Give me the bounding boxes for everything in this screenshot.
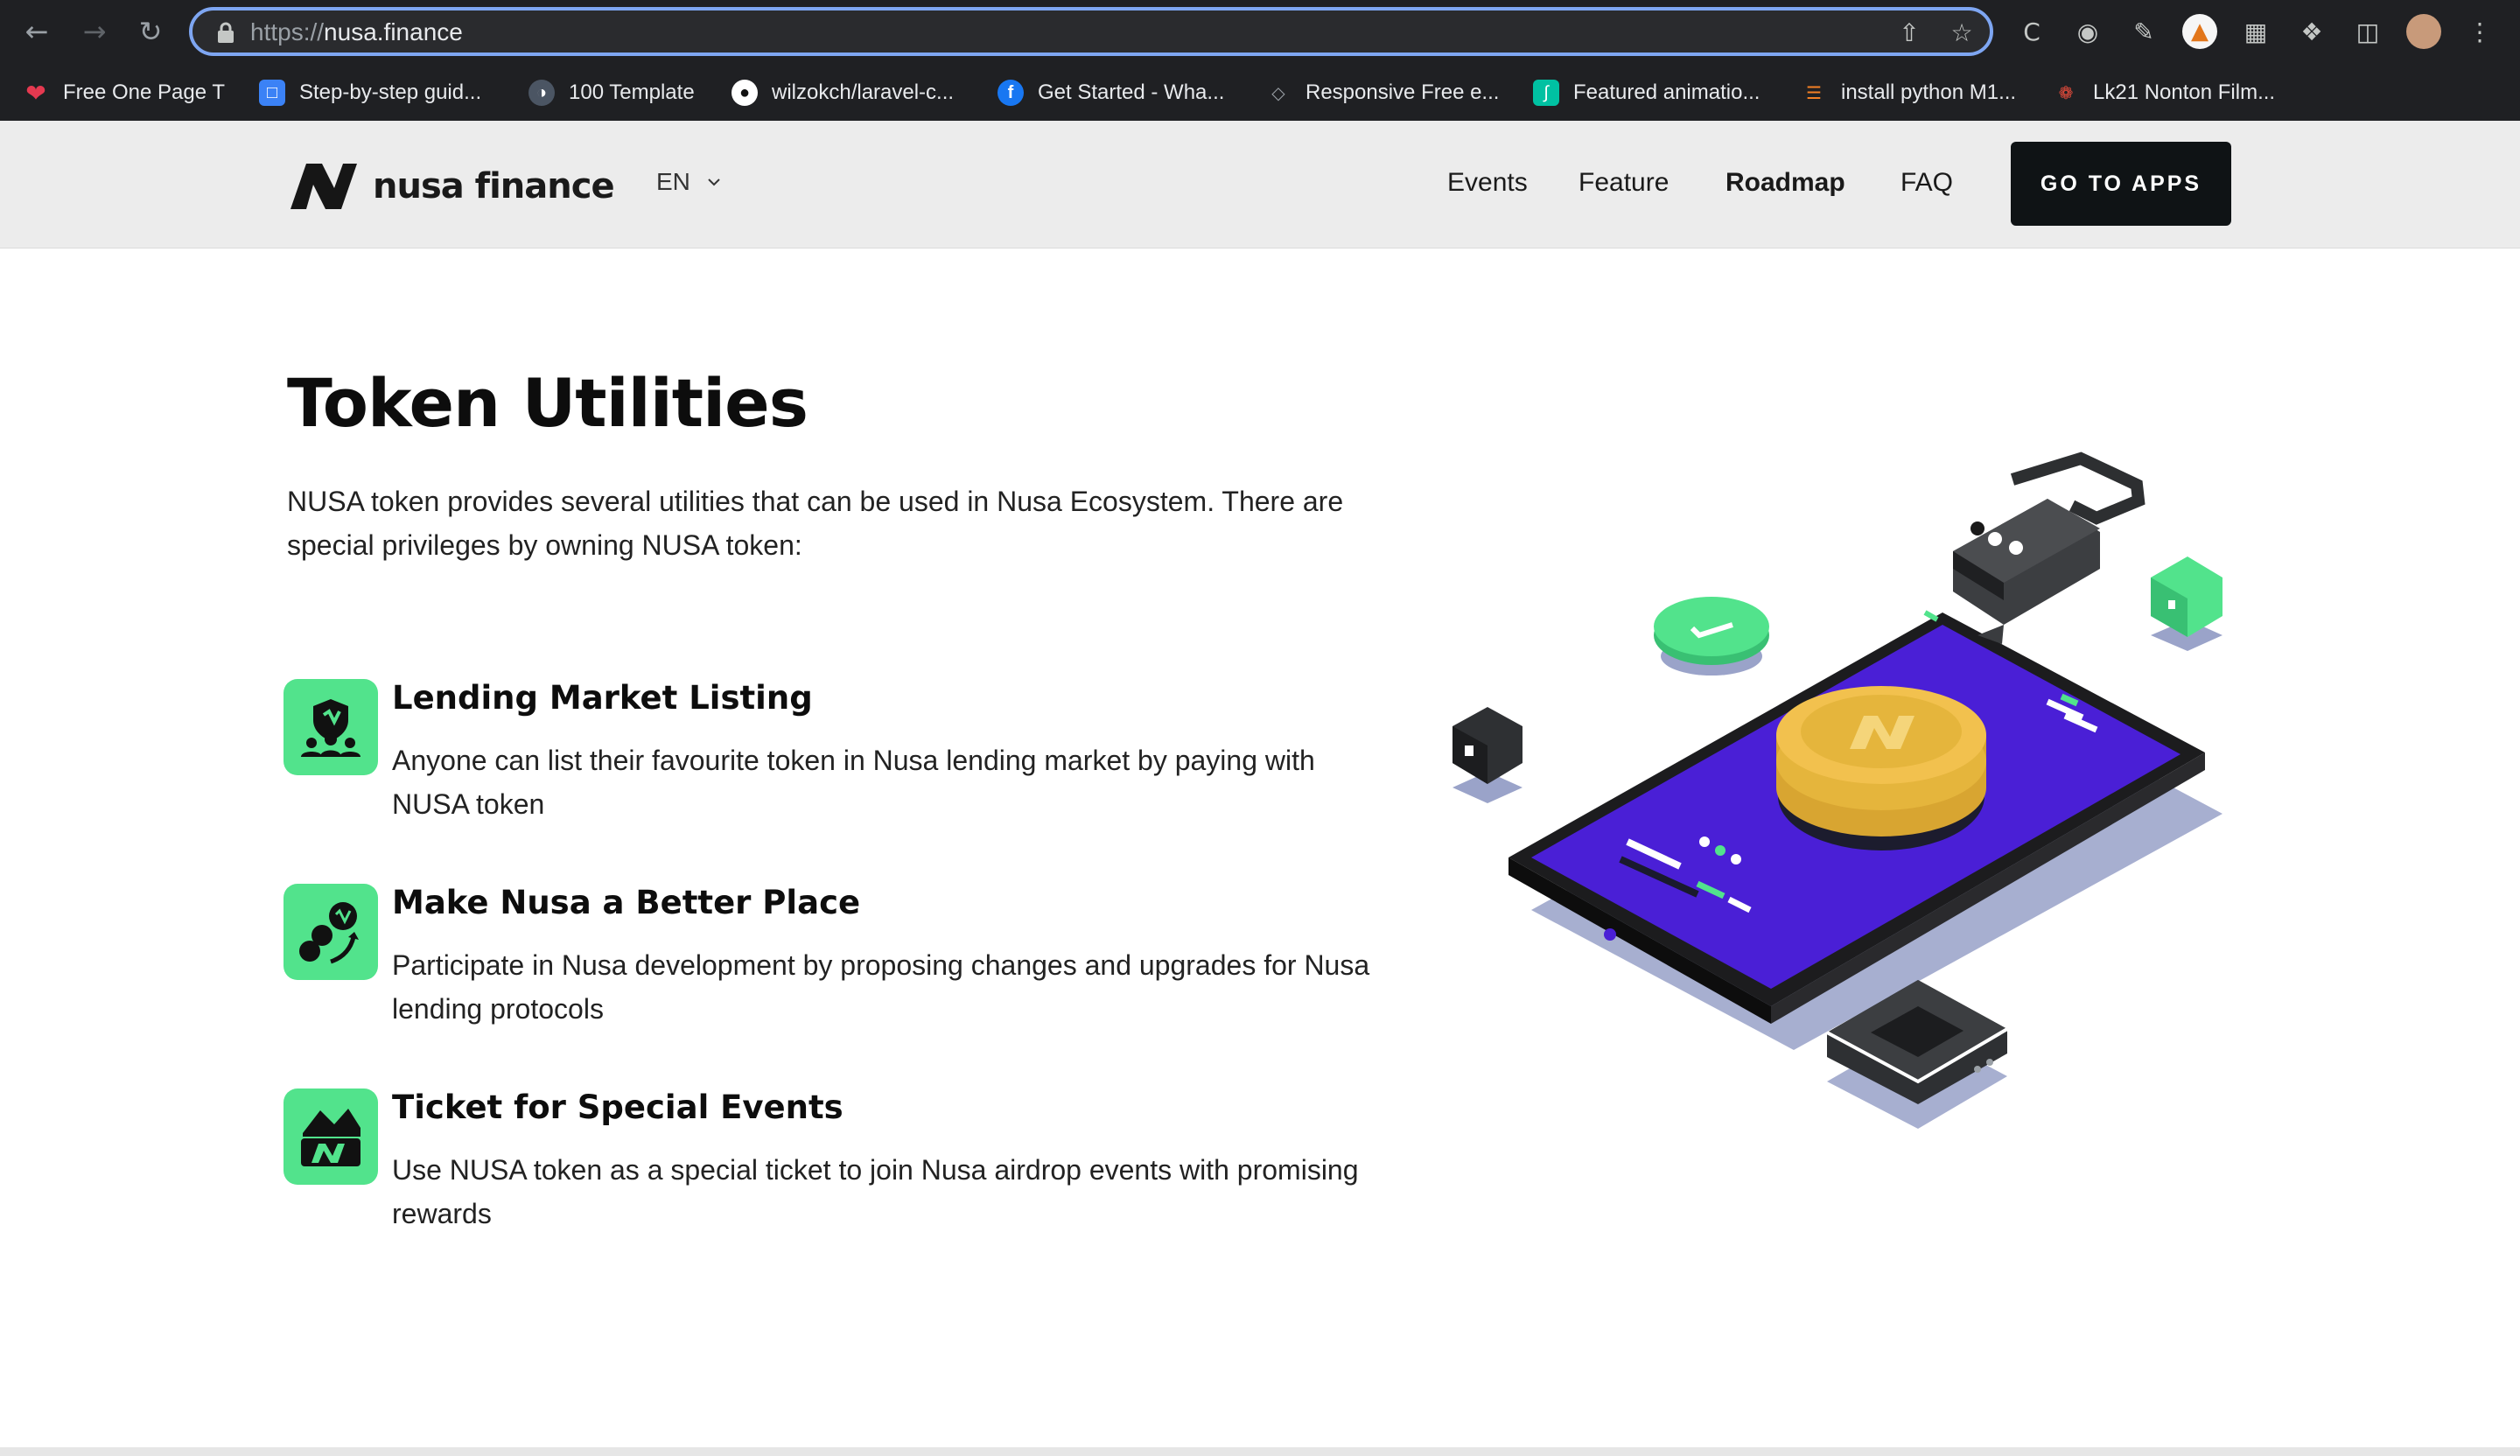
section-intro: NUSA token provides several utilities th… xyxy=(287,486,1344,561)
nav-roadmap[interactable]: Roadmap xyxy=(1726,168,1845,198)
nusa-logo-icon xyxy=(290,164,357,209)
feature-title: Lending Market Listing xyxy=(392,679,813,717)
bookmark-item[interactable]: ❁ Lk21 Nonton Film... xyxy=(2053,75,2275,110)
bookmark-item[interactable]: ◑ 100 Template xyxy=(528,75,695,110)
feature-description: Anyone can list their favourite token in… xyxy=(392,745,1315,820)
section-title: Token Utilities xyxy=(287,364,808,442)
bookmarks-bar: ❤ Free One Page T □ Step-by-step guid...… xyxy=(0,65,2520,121)
metamask-icon[interactable]: ▲ xyxy=(2182,14,2217,49)
qr-code-icon[interactable]: ▦ xyxy=(2238,14,2273,49)
bookmark-item[interactable]: ◇ Responsive Free e... xyxy=(1265,75,1499,110)
bookmark-item[interactable]: ❤ Free One Page T xyxy=(23,75,225,110)
profile-avatar[interactable] xyxy=(2406,14,2441,49)
language-select[interactable]: EN xyxy=(656,168,722,196)
camera-icon[interactable]: ◉ xyxy=(2070,14,2105,49)
feature-description: Use NUSA token as a special ticket to jo… xyxy=(392,1154,1359,1229)
lottie-icon: ∫ xyxy=(1533,80,1559,106)
logo[interactable]: nusa finance xyxy=(287,159,615,214)
heart-icon: ❤ xyxy=(25,79,46,107)
bookmark-item[interactable]: ∫ Featured animatio... xyxy=(1533,75,1760,110)
chevron-down-icon xyxy=(708,178,720,186)
facebook-icon: f xyxy=(998,80,1024,106)
globe-icon: ◑ xyxy=(528,80,555,106)
bookmark-item[interactable]: ● wilzokch/laravel-c... xyxy=(732,75,954,110)
extension-c-icon[interactable]: C xyxy=(2014,14,2049,49)
stackoverflow-icon: ☰ xyxy=(1806,83,1822,103)
share-icon[interactable]: ⇧ xyxy=(1895,19,1923,47)
bookmark-item[interactable]: f Get Started - Wha... xyxy=(998,75,1224,110)
more-menu-icon[interactable]: ⋮ xyxy=(2462,14,2497,49)
bookmark-star-icon[interactable]: ☆ xyxy=(1948,19,1976,47)
feature-title: Make Nusa a Better Place xyxy=(392,884,861,921)
bookmark-item[interactable]: ☰ install python M1... xyxy=(1801,75,2016,110)
url-text: https://nusa.finance xyxy=(250,18,463,46)
extensions-puzzle-icon[interactable]: ❖ xyxy=(2294,14,2329,49)
phone-coin-illustration xyxy=(1452,452,2222,1129)
nav-faq[interactable]: FAQ xyxy=(1900,168,1953,198)
bookmark-item[interactable]: □ Step-by-step guid... xyxy=(259,75,481,110)
feature-description: Participate in Nusa development by propo… xyxy=(392,949,1370,1025)
pinwheel-icon: ❁ xyxy=(2058,83,2074,103)
page-icon: □ xyxy=(259,80,285,106)
page-divider xyxy=(0,1447,2520,1456)
site-header: nusa finance EN Events Feature Roadmap F… xyxy=(0,121,2520,248)
lock-icon xyxy=(218,22,234,43)
go-to-apps-button[interactable]: GO TO APPS xyxy=(2011,142,2231,226)
browser-toolbar: ← → ↻ https://nusa.finance ⇧ ☆ C ◉ ✎ ▲ ▦… xyxy=(0,0,2520,65)
governance-icon xyxy=(284,884,378,980)
address-bar[interactable]: https://nusa.finance ⇧ ☆ xyxy=(189,7,1993,56)
nav-events[interactable]: Events xyxy=(1447,168,1528,198)
lending-market-icon xyxy=(284,679,378,775)
pen-icon[interactable]: ✎ xyxy=(2126,14,2161,49)
side-panel-icon[interactable]: ◫ xyxy=(2350,14,2385,49)
github-icon: ● xyxy=(732,80,758,106)
forward-icon[interactable]: → xyxy=(75,12,114,51)
logo-text: nusa finance xyxy=(373,166,615,206)
browser-chrome: ← → ↻ https://nusa.finance ⇧ ☆ C ◉ ✎ ▲ ▦… xyxy=(0,0,2520,121)
ticket-icon xyxy=(284,1088,378,1185)
reload-icon[interactable]: ↻ xyxy=(131,12,170,51)
nav-feature[interactable]: Feature xyxy=(1578,168,1669,198)
template-icon: ◇ xyxy=(1271,83,1285,103)
back-icon[interactable]: ← xyxy=(18,12,56,51)
feature-title: Ticket for Special Events xyxy=(392,1088,844,1126)
